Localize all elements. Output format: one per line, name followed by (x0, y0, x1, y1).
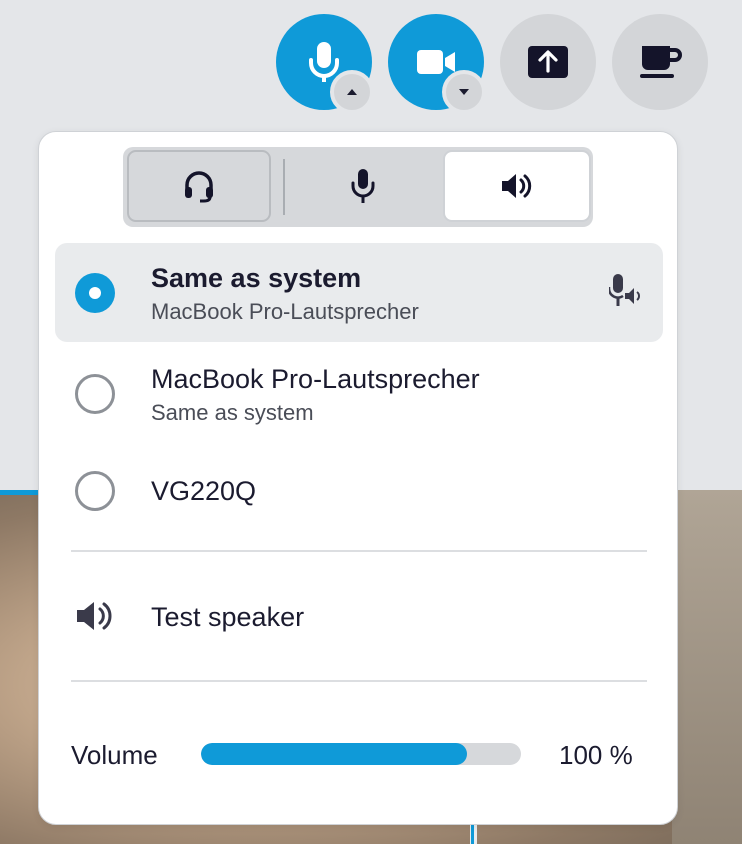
device-type-tabs (123, 147, 593, 227)
divider (71, 680, 647, 682)
radio-unselected[interactable] (75, 471, 115, 511)
volume-slider-fill (201, 743, 467, 765)
device-option-vg220q[interactable]: VG220Q (55, 444, 663, 538)
caret-down-icon (459, 89, 469, 95)
volume-label: Volume (71, 740, 158, 770)
tab-headset[interactable] (127, 150, 271, 222)
audio-device-popup: Same as system MacBook Pro-Lautsprecher … (38, 131, 678, 825)
device-title: Same as system (151, 263, 362, 293)
break-button[interactable] (612, 14, 708, 110)
test-speaker-button[interactable]: Test speaker (55, 570, 663, 666)
radio-unselected[interactable] (75, 374, 115, 414)
mic-toggle-button[interactable] (276, 14, 374, 114)
camera-toggle-button[interactable] (388, 14, 486, 114)
divider (71, 550, 647, 552)
tab-speaker[interactable] (443, 150, 591, 222)
speaker-icon (502, 174, 532, 198)
active-speaker-indicator (0, 490, 40, 495)
radio-selected[interactable] (75, 273, 115, 313)
tab-microphone[interactable] (287, 150, 439, 222)
tab-divider (283, 159, 285, 215)
device-option-same-as-system[interactable]: Same as system MacBook Pro-Lautsprecher (55, 243, 663, 342)
share-screen-icon (528, 46, 568, 78)
volume-value: 100 % (559, 740, 633, 770)
camera-options-button[interactable] (442, 70, 486, 114)
device-title: VG220Q (151, 476, 257, 506)
share-screen-button[interactable] (500, 14, 596, 110)
volume-slider[interactable] (201, 743, 521, 765)
video-camera-icon (417, 50, 455, 74)
microphone-icon (351, 169, 375, 203)
device-title: MacBook Pro-Lautsprecher (151, 364, 480, 394)
headset-icon (185, 171, 213, 203)
test-speaker-label: Test speaker (151, 602, 305, 632)
device-subtitle: MacBook Pro-Lautsprecher (151, 299, 419, 324)
coffee-cup-icon (640, 46, 682, 78)
caret-up-icon (347, 89, 357, 95)
device-subtitle: Same as system (151, 400, 314, 425)
speaking-indicator-icon (609, 274, 640, 306)
video-tile-right (672, 490, 742, 844)
device-option-macbook-speakers[interactable]: MacBook Pro-Lautsprecher Same as system (55, 346, 663, 440)
speaker-icon (77, 602, 112, 630)
mic-options-button[interactable] (330, 70, 374, 114)
